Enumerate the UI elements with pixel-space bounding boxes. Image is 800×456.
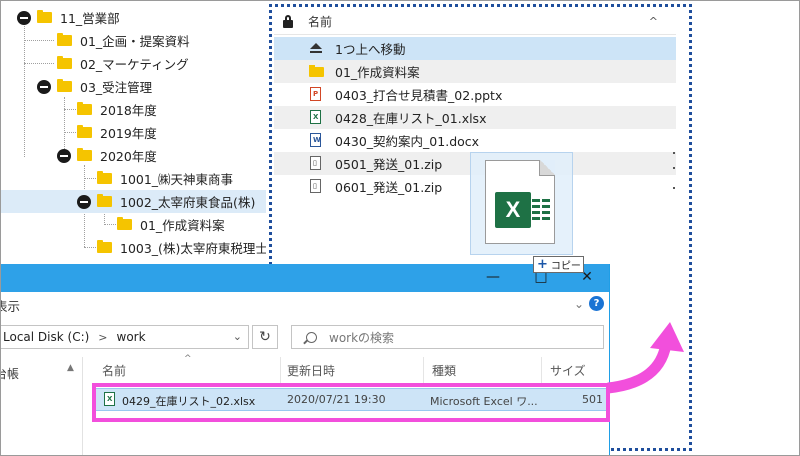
tree-item-label: 2020年度 [100, 149, 157, 164]
drag-preview: X [470, 152, 573, 255]
sort-ascending-icon[interactable]: ^ [649, 15, 658, 28]
search-input[interactable]: workの検索 [291, 325, 604, 349]
refresh-button[interactable]: ↻ [252, 325, 278, 349]
navigation-pane: 台帳 ▲ [1, 357, 83, 455]
word-file-icon: W [309, 133, 323, 148]
collapse-icon[interactable] [77, 194, 91, 209]
file-row-xlsx[interactable]: X 0428_在庫リスト_01.xlsx [274, 106, 676, 129]
column-header-name[interactable]: 名前 [308, 13, 649, 30]
breadcrumb-folder[interactable]: work [117, 330, 146, 344]
help-icon[interactable]: ? [589, 296, 604, 311]
excel-logo: X [495, 192, 531, 228]
tree-item-sales[interactable]: 11_営業部 [1, 6, 266, 29]
chevron-down-icon[interactable]: ⌄ [233, 330, 242, 343]
column-header-date[interactable]: 更新日時 [281, 357, 424, 384]
chevron-right-icon[interactable]: > [98, 331, 107, 344]
explorer-window: — □ ✕ 表示 ⌄ ? Local Disk (C:) > work ⌄ ↻ … [1, 264, 610, 455]
file-name: 0430_契約案内_01.docx [335, 134, 480, 149]
folder-icon [57, 79, 72, 92]
tree-item-label: 02_マーケティング [80, 57, 189, 72]
folder-icon [309, 64, 324, 79]
folder-icon [37, 10, 52, 23]
tree-item-label: 1002_太宰府東食品(株) [120, 195, 256, 210]
address-bar[interactable]: Local Disk (C:) > work ⌄ [1, 325, 249, 349]
file-name: 0501_発送_01.zip [335, 157, 443, 172]
eject-up-icon [309, 41, 323, 56]
folder-tree: 11_営業部 01_企画・提案資料 02_マーケティング 03_受注管理 201… [1, 1, 266, 271]
file-row-folder[interactable]: 01_作成資料案 [274, 60, 676, 83]
ribbon: 表示 ⌄ ? [1, 292, 609, 319]
folder-icon [77, 148, 92, 161]
ribbon-expand-icon[interactable]: ⌄ [574, 297, 584, 311]
powerpoint-file-icon: P [309, 87, 323, 102]
list-header: 名前 ^ [274, 9, 676, 35]
file-name: 01_作成資料案 [335, 65, 420, 80]
excel-file-icon: X [309, 110, 323, 125]
tree-item-label: 2018年度 [100, 103, 157, 118]
tree-item-label: 11_営業部 [60, 11, 120, 26]
tree-item-planning[interactable]: 01_企画・提案資料 [1, 29, 266, 52]
file-name: 0428_在庫リスト_01.xlsx [335, 111, 487, 126]
zip-file-icon: ▯ [309, 156, 323, 171]
tree-item-2019[interactable]: 2019年度 [1, 121, 266, 144]
tree-item-drafts[interactable]: 01_作成資料案 [1, 213, 266, 236]
file-row-pptx[interactable]: P 0403_打合せ見積書_02.pptx [274, 83, 676, 106]
folder-icon [117, 217, 132, 230]
tree-item-orders[interactable]: 03_受注管理 [1, 75, 266, 98]
tree-item-1003[interactable]: 1003_(株)太宰府東税理士 [1, 236, 266, 259]
tree-item-2020[interactable]: 2020年度 [1, 144, 266, 167]
tree-item-2018[interactable]: 2018年度 [1, 98, 266, 121]
tree-item-label: 1003_(株)太宰府東税理士 [120, 241, 266, 256]
copy-tooltip: + コピー [533, 256, 584, 273]
lock-icon [282, 15, 294, 28]
folder-icon [57, 33, 72, 46]
collapse-icon[interactable] [57, 148, 71, 163]
zip-file-icon: ▯ [309, 179, 323, 194]
ribbon-tab-view[interactable]: 表示 [1, 296, 20, 315]
column-header-name[interactable]: 名前 [88, 357, 281, 384]
tree-item-1001[interactable]: 1001_㈱天神東商事 [1, 167, 266, 190]
folder-icon [97, 240, 112, 253]
folder-icon [97, 194, 112, 207]
folder-icon [77, 102, 92, 115]
collapse-icon[interactable] [37, 79, 51, 94]
tree-item-1002[interactable]: 1002_太宰府東食品(株) [1, 190, 266, 213]
search-placeholder: workの検索 [329, 330, 395, 345]
tree-item-label: 2019年度 [100, 126, 157, 141]
address-row: Local Disk (C:) > work ⌄ ↻ workの検索 [1, 322, 609, 352]
tree-item-label: 03_受注管理 [80, 80, 153, 95]
collapse-icon[interactable] [17, 10, 31, 25]
folder-icon [97, 171, 112, 184]
tree-item-marketing[interactable]: 02_マーケティング [1, 52, 266, 75]
title-bar[interactable]: — □ ✕ [1, 264, 609, 292]
curved-arrow-icon [607, 322, 684, 394]
search-icon [306, 331, 317, 343]
breadcrumb-drive[interactable]: Local Disk (C:) [3, 330, 89, 344]
tree-item-label: 01_企画・提案資料 [80, 34, 190, 49]
file-name: 1つ上へ移動 [335, 42, 406, 57]
column-header-type[interactable]: 種類 [424, 357, 542, 384]
tree-item-label: 1001_㈱天神東商事 [120, 172, 234, 187]
highlight-box [92, 383, 610, 422]
folder-icon [77, 125, 92, 138]
file-row-docx[interactable]: W 0430_契約案内_01.docx [274, 129, 676, 152]
file-row-parent[interactable]: 1つ上へ移動 [274, 37, 676, 60]
nav-item[interactable]: 台帳 [1, 365, 19, 382]
tree-item-label: 01_作成資料案 [140, 218, 225, 233]
folder-icon [57, 56, 72, 69]
file-name: 0601_発送_01.zip [335, 180, 443, 195]
copy-label: コピー [550, 261, 581, 272]
minimize-button[interactable]: — [485, 269, 501, 285]
file-name: 0403_打合せ見積書_02.pptx [335, 88, 503, 103]
plus-icon: + [537, 256, 548, 272]
excel-document-icon: X [485, 160, 555, 244]
scroll-up-icon[interactable]: ▲ [67, 363, 74, 373]
